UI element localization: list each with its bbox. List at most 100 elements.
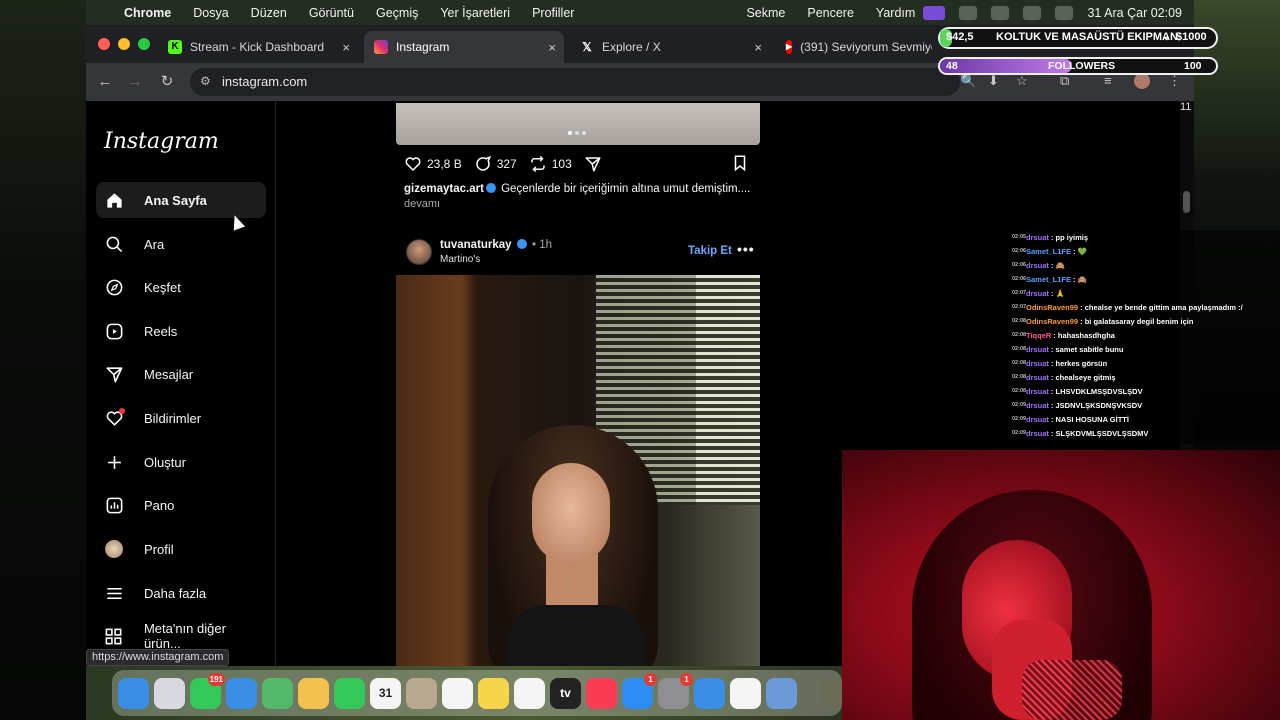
chat-username[interactable]: drsuat	[1026, 387, 1049, 396]
menu-profiller[interactable]: Profiller	[532, 6, 574, 20]
chat-username[interactable]: drsuat	[1026, 345, 1049, 354]
like-button[interactable]: 23,8 B	[404, 155, 462, 173]
dock-app-contacts-icon[interactable]	[406, 677, 437, 709]
post-options-icon[interactable]: •••	[737, 241, 755, 257]
chrome-menu-icon[interactable]: ⋮	[1168, 73, 1181, 89]
forward-arrow-icon[interactable]: →	[124, 71, 146, 93]
menu-pencere[interactable]: Pencere	[807, 6, 854, 20]
dock-app-calendar-icon[interactable]: 31	[370, 677, 401, 709]
extensions-icon[interactable]: ⧉	[1060, 73, 1069, 89]
dock-app-notes-icon[interactable]	[478, 677, 509, 709]
dock-app-preview-icon[interactable]	[766, 677, 797, 709]
nav-create[interactable]: Oluştur	[96, 444, 266, 480]
chat-username[interactable]: drsuat	[1026, 233, 1049, 242]
chat-username[interactable]: OdinsRaven99	[1026, 317, 1078, 326]
chat-username[interactable]: OdinsRaven99	[1026, 303, 1078, 312]
dock-app-chrome-icon[interactable]	[730, 677, 761, 709]
post-author-avatar[interactable]	[406, 239, 432, 265]
comment-button[interactable]: 327	[474, 155, 517, 173]
screen-record-icon[interactable]	[923, 5, 946, 20]
menu-yer-isaretleri[interactable]: Yer İşaretleri	[440, 6, 510, 20]
menubar-clock[interactable]: 31 Ara Çar 02:09	[1087, 6, 1182, 20]
chat-username[interactable]: drsuat	[1026, 289, 1049, 298]
site-settings-icon[interactable]: ⚙	[200, 74, 211, 88]
chat-username[interactable]: Samet_L1FE	[1026, 247, 1071, 256]
dock-app-system-settings-icon[interactable]: 1	[658, 672, 693, 709]
control-center-icon[interactable]	[1055, 5, 1074, 20]
dock-app-launchpad-icon[interactable]	[154, 677, 185, 709]
bookmark-star-icon[interactable]: ☆	[1016, 73, 1028, 89]
minimize-window-button[interactable]	[118, 38, 130, 50]
dock-app-freeform-icon[interactable]	[514, 677, 545, 709]
instagram-logo[interactable]: Instagram	[104, 129, 219, 154]
zoom-icon[interactable]: 🔍	[960, 73, 976, 89]
caption-more-link[interactable]: devamı	[404, 198, 440, 210]
dock-app-mail-icon[interactable]	[226, 677, 257, 709]
nav-messages[interactable]: Mesajlar	[96, 356, 266, 392]
nav-more[interactable]: Daha fazla	[96, 575, 266, 611]
reading-list-icon[interactable]: ≡	[1104, 73, 1112, 88]
chat-username[interactable]: drsuat	[1026, 261, 1049, 270]
caption-username[interactable]: gizemaytac.art	[404, 183, 484, 195]
chat-username[interactable]: drsuat	[1026, 359, 1049, 368]
menu-goruntu[interactable]: Görüntü	[309, 6, 354, 20]
nav-profile[interactable]: Profil	[96, 531, 266, 567]
close-tab-icon[interactable]: ×	[342, 40, 350, 55]
menu-dosya[interactable]: Dosya	[193, 6, 228, 20]
repost-button[interactable]: 103	[529, 155, 572, 173]
chat-username[interactable]: drsuat	[1026, 401, 1049, 410]
close-window-button[interactable]	[98, 38, 110, 50]
dock-app-messages-icon[interactable]: 191	[190, 672, 225, 709]
chat-username[interactable]: drsuat	[1026, 415, 1049, 424]
chat-username[interactable]: TiqqeR	[1026, 331, 1051, 340]
post-author-name[interactable]: tuvanaturkay	[440, 239, 512, 251]
menu-gecmis[interactable]: Geçmiş	[376, 6, 418, 20]
dock-app-finder-icon[interactable]	[118, 677, 149, 709]
address-bar[interactable]: ⚙ instagram.com	[190, 68, 960, 96]
menu-yardim[interactable]: Yardım	[876, 6, 915, 20]
nav-reels[interactable]: Reels	[96, 313, 266, 349]
dock-recent-item[interactable]	[822, 676, 840, 708]
post-author[interactable]: tuvanaturkay • 1h	[440, 239, 552, 251]
back-arrow-icon[interactable]: ←	[94, 71, 116, 93]
wifi-icon[interactable]	[991, 5, 1010, 20]
close-tab-icon[interactable]: ×	[754, 40, 762, 55]
reload-icon[interactable]: ↻	[156, 71, 178, 93]
nav-dashboard[interactable]: Pano	[96, 487, 266, 523]
post-image[interactable]	[396, 275, 760, 666]
dock-app-reminders-icon[interactable]	[442, 677, 473, 709]
previous-post-image[interactable]	[396, 103, 760, 145]
menu-sekme[interactable]: Sekme	[746, 6, 785, 20]
dock-app-safari-icon[interactable]	[694, 677, 725, 709]
nav-search[interactable]: Ara	[96, 226, 266, 262]
close-tab-icon[interactable]: ×	[548, 40, 556, 55]
tab-instagram[interactable]: Instagram ×	[364, 31, 564, 63]
spotlight-search-icon[interactable]	[1023, 5, 1042, 20]
post-location[interactable]: Martino's	[440, 254, 480, 265]
maximize-window-button[interactable]	[138, 38, 150, 50]
dock-app-music-icon[interactable]	[586, 677, 617, 709]
tab-kick-dashboard[interactable]: K Stream - Kick Dashboard ×	[158, 31, 358, 63]
save-button[interactable]	[731, 154, 754, 175]
chat-username[interactable]: drsuat	[1026, 429, 1049, 438]
tab-x-explore[interactable]: 𝕏 Explore / X ×	[570, 31, 770, 63]
dock-app-facetime-icon[interactable]	[334, 677, 365, 709]
app-menu[interactable]: Chrome	[124, 6, 171, 20]
url-text[interactable]: instagram.com	[222, 74, 307, 89]
tab-youtube[interactable]: ▶ (391) Seviyorum Sevmiyor	[776, 31, 932, 63]
chat-username[interactable]: Samet_L1FE	[1026, 275, 1071, 284]
menu-duzen[interactable]: Düzen	[251, 6, 287, 20]
share-button[interactable]	[584, 155, 607, 173]
nav-explore[interactable]: Keşfet	[96, 269, 266, 305]
install-app-icon[interactable]: ⬇	[988, 73, 999, 89]
dock-app-app-store-icon[interactable]: 1	[622, 672, 657, 709]
nav-notifications[interactable]: Bildirimler	[96, 400, 266, 436]
profile-avatar-icon[interactable]	[1134, 73, 1150, 89]
dock-app-tv-icon[interactable]: tv	[550, 677, 581, 709]
bluetooth-icon[interactable]	[959, 5, 978, 20]
dock-app-photos-icon[interactable]	[298, 677, 329, 709]
scrollbar-thumb[interactable]	[1183, 191, 1190, 213]
nav-home[interactable]: Ana Sayfa	[96, 182, 266, 218]
chat-username[interactable]: drsuat	[1026, 373, 1049, 382]
follow-button[interactable]: Takip Et	[688, 245, 732, 257]
